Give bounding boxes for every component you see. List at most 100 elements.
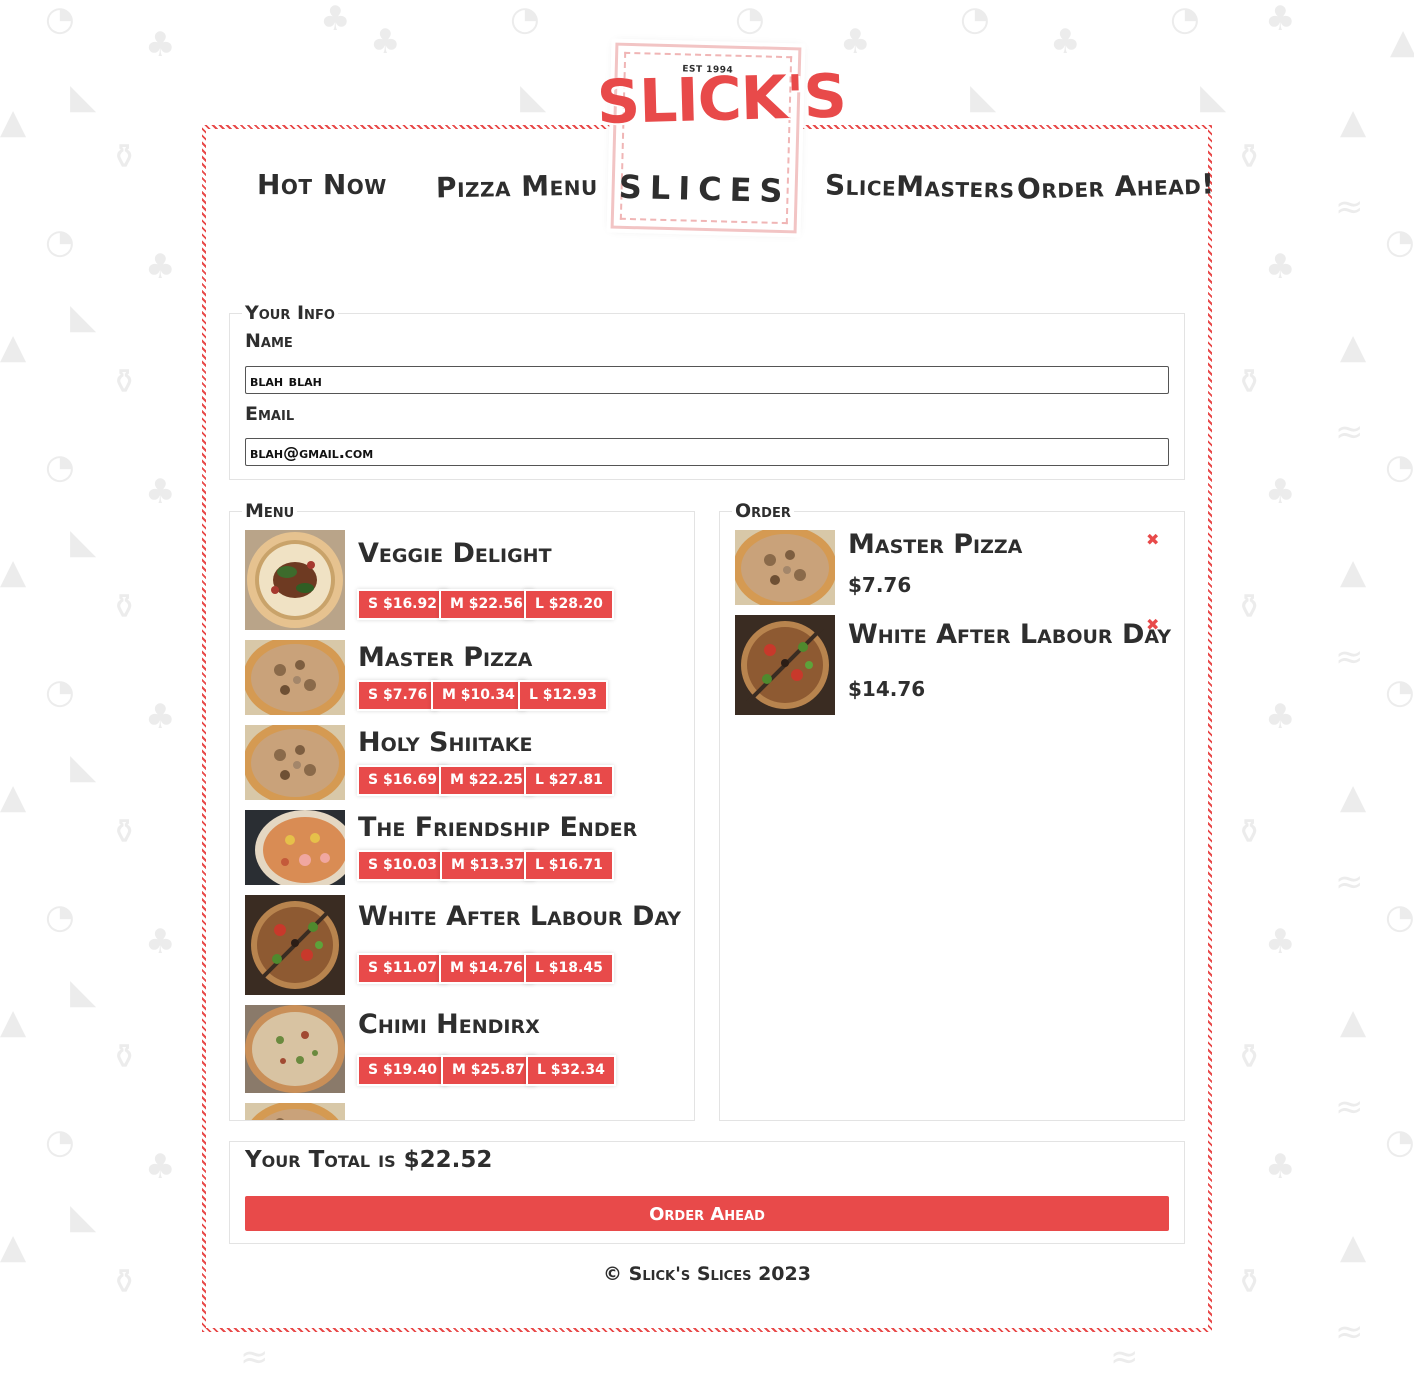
- pizza-doodle-icon: ◔: [45, 1122, 75, 1162]
- mushroom-doodle-icon: ♣: [145, 922, 176, 962]
- mushroom-doodle-icon: ♣: [145, 1147, 176, 1187]
- remove-item-button[interactable]: ✖: [1146, 615, 1159, 634]
- nav-slicemasters-link[interactable]: SliceMasters: [825, 168, 1015, 204]
- cheese-doodle-icon: ◣: [70, 1197, 97, 1237]
- price-medium-button[interactable]: M $10.34: [433, 682, 524, 709]
- pizza-name: Master Pizza: [358, 642, 533, 673]
- bacon-doodle-icon: ≈: [1335, 187, 1364, 227]
- price-small-button[interactable]: S $7.76: [359, 682, 437, 709]
- price-medium-button[interactable]: M $14.76: [441, 955, 532, 982]
- pizza-image: [245, 725, 345, 800]
- slice-doodle-icon: ▲: [1340, 327, 1367, 367]
- cheese-doodle-icon: ◣: [70, 77, 97, 117]
- pizza-doodle-icon: ◔: [960, 0, 990, 39]
- price-large-button[interactable]: L $28.20: [526, 591, 612, 618]
- pizza-doodle-icon: ◔: [1385, 672, 1414, 712]
- bottle-doodle-icon: ⚱: [110, 362, 139, 402]
- pizza-image: [245, 810, 345, 885]
- order-legend: Order: [732, 500, 794, 522]
- price-large-button[interactable]: L $12.93: [520, 682, 606, 709]
- price-small-button[interactable]: S $11.07: [359, 955, 446, 982]
- pizza-doodle-icon: ◔: [1385, 222, 1414, 262]
- pizza-image: [735, 530, 835, 605]
- bacon-doodle-icon: ≈: [1335, 412, 1364, 452]
- menu-scroll-area[interactable]: Veggie Delight S $16.92 M $22.56 L $28.2…: [230, 512, 694, 1120]
- bacon-doodle-icon: ≈: [1335, 1087, 1364, 1127]
- price-small-button[interactable]: S $19.40: [359, 1057, 446, 1084]
- price-medium-button[interactable]: M $25.87: [443, 1057, 534, 1084]
- mushroom-doodle-icon: ♣: [1265, 472, 1296, 512]
- footer-copyright: © Slick's Slices 2023: [603, 1263, 811, 1285]
- price-medium-button[interactable]: M $22.25: [441, 767, 532, 794]
- price-large-button[interactable]: L $18.45: [526, 955, 612, 982]
- mushroom-doodle-icon: ♣: [145, 472, 176, 512]
- slice-doodle-icon: ▲: [1340, 1002, 1367, 1042]
- nav-pizza-menu-link[interactable]: Pizza Menu: [436, 169, 598, 205]
- nav-order-ahead-link[interactable]: Order Ahead!: [1017, 167, 1215, 205]
- price-small-button[interactable]: S $16.92: [359, 591, 446, 618]
- logo-brand: SLICK'S: [596, 61, 847, 139]
- logo-subtitle: SLICES: [618, 167, 791, 211]
- your-info-fieldset: Your Info Name Email: [229, 302, 1185, 480]
- price-large-button[interactable]: L $27.81: [526, 767, 612, 794]
- slice-doodle-icon: ▲: [0, 327, 27, 367]
- pizza-name: Holy Shiitake: [358, 727, 533, 758]
- total-fieldset: Your Total is $22.52 Order Ahead: [229, 1141, 1185, 1244]
- pizza-name: Chimi Hendirx: [358, 1009, 540, 1040]
- price-small-button[interactable]: S $16.69: [359, 767, 446, 794]
- bottle-doodle-icon: ⚱: [110, 1037, 139, 1077]
- nav-hot-now-link[interactable]: Hot Now: [257, 168, 387, 201]
- email-input[interactable]: [245, 438, 1169, 466]
- price-medium-button[interactable]: M $22.56: [441, 591, 532, 618]
- order-item-name: White After Labour Day: [848, 619, 1171, 650]
- order-item-name: Master Pizza: [848, 529, 1023, 560]
- order-item: White After Labour Day $14.76 ✖: [735, 615, 1175, 715]
- bottle-doodle-icon: ⚱: [110, 137, 139, 177]
- price-large-button[interactable]: L $16.71: [526, 852, 612, 879]
- bacon-doodle-icon: ≈: [1335, 862, 1364, 902]
- pizza-doodle-icon: ◔: [45, 222, 75, 262]
- pizza-doodle-icon: ◔: [45, 672, 75, 712]
- slice-doodle-icon: ▲: [1340, 1227, 1367, 1267]
- price-large-button[interactable]: L $32.34: [528, 1057, 614, 1084]
- menu-item: [245, 1103, 685, 1120]
- cheese-doodle-icon: ◣: [520, 77, 547, 117]
- mushroom-doodle-icon: ♣: [370, 22, 401, 62]
- slice-doodle-icon: ▲: [0, 1002, 27, 1042]
- remove-item-button[interactable]: ✖: [1146, 530, 1159, 549]
- mushroom-doodle-icon: ♣: [1265, 697, 1296, 737]
- pizza-image: [735, 615, 835, 715]
- pizza-name: Veggie Delight: [358, 538, 552, 569]
- slice-doodle-icon: ▲: [0, 102, 27, 142]
- name-input[interactable]: [245, 366, 1169, 394]
- pizza-image: [245, 530, 345, 630]
- mushroom-doodle-icon: ♣: [1265, 922, 1296, 962]
- bottle-doodle-icon: ⚱: [1235, 137, 1264, 177]
- menu-fieldset[interactable]: Menu Veggie Delight S $16.92 M $22.56 L …: [229, 500, 695, 1121]
- pizza-doodle-icon: ◔: [45, 0, 75, 39]
- cheese-doodle-icon: ◣: [1200, 77, 1227, 117]
- email-label: Email: [245, 403, 295, 425]
- price-small-button[interactable]: S $10.03: [359, 852, 446, 879]
- name-label: Name: [245, 330, 293, 352]
- menu-item: Master Pizza S $7.76 M $10.34 L $12.93: [245, 640, 685, 715]
- pizza-doodle-icon: ◔: [45, 447, 75, 487]
- bottle-doodle-icon: ⚱: [110, 812, 139, 852]
- pizza-name: White After Labour Day: [358, 901, 681, 932]
- pizza-doodle-icon: ◔: [735, 0, 765, 39]
- mushroom-doodle-icon: ♣: [1265, 1147, 1296, 1187]
- cheese-doodle-icon: ◣: [970, 77, 997, 117]
- bacon-doodle-icon: ≈: [1335, 1312, 1364, 1352]
- pizza-doodle-icon: ◔: [1385, 897, 1414, 937]
- mushroom-doodle-icon: ♣: [320, 0, 351, 39]
- slice-doodle-icon: ▲: [0, 552, 27, 592]
- slice-doodle-icon: ▲: [0, 1227, 27, 1267]
- menu-item: Veggie Delight S $16.92 M $22.56 L $28.2…: [245, 530, 685, 630]
- pizza-image: [245, 1005, 345, 1093]
- menu-item: Chimi Hendirx S $19.40 M $25.87 L $32.34: [245, 1005, 685, 1093]
- order-ahead-button[interactable]: Order Ahead: [245, 1196, 1169, 1231]
- price-medium-button[interactable]: M $13.37: [442, 852, 533, 879]
- slice-doodle-icon: ▲: [1340, 102, 1367, 142]
- order-item-price: $7.76: [848, 573, 912, 597]
- logo[interactable]: EST 1994 SLICK'S SLICES: [596, 42, 847, 234]
